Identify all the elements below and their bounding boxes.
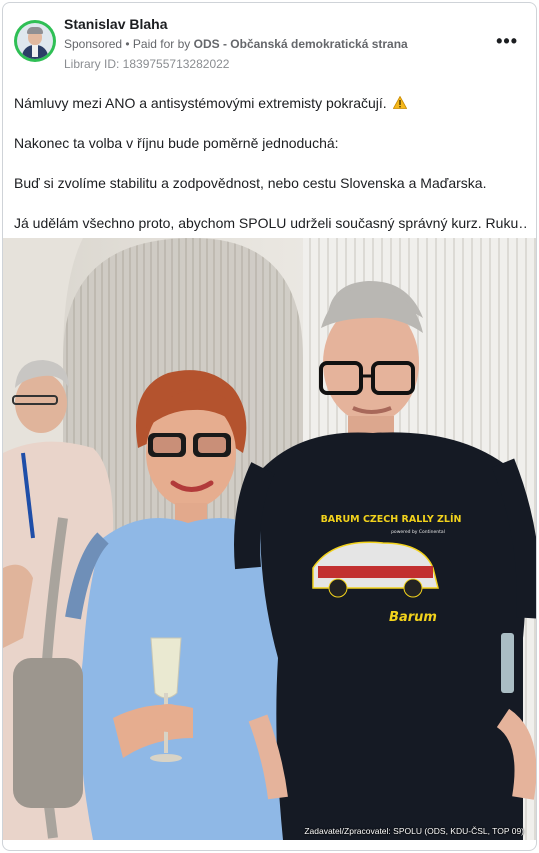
post-text-line: Buď si zvolíme stabilitu a zodpovědnost,… <box>14 173 529 193</box>
tshirt-subtext: powered by Continental <box>391 529 445 535</box>
library-id: Library ID: 1839755713282022 <box>64 57 230 71</box>
paid-for-prefix: Paid for by <box>132 37 194 51</box>
tshirt-brand: Barum <box>389 610 437 625</box>
post-text-line-2: Nakonec ta volba v říjnu bude poměrně je… <box>14 135 339 151</box>
post-body: Námluvy mezi ANO a antisystémovými extre… <box>14 93 529 253</box>
meta-separator: • <box>122 37 133 51</box>
avatar-photo <box>17 23 53 59</box>
post-text-line-4[interactable]: Já udělám všechno proto, abychom SPOLU u… <box>14 215 529 231</box>
paid-for-by-link[interactable]: ODS - Občanská demokratická strana <box>194 37 408 51</box>
sponsored-label: Sponsored <box>64 37 123 51</box>
sponsored-post-card: Stanislav Blaha Sponsored • Paid for by … <box>2 2 537 851</box>
more-horizontal-icon[interactable]: ••• <box>496 31 518 52</box>
author-avatar[interactable] <box>14 20 56 62</box>
post-image[interactable]: BARUM CZECH RALLY ZLÍN powered by Contin… <box>3 238 536 840</box>
post-text-line[interactable]: Já udělám všechno proto, abychom SPOLU u… <box>14 213 529 233</box>
author-name[interactable]: Stanislav Blaha <box>64 16 168 32</box>
post-text-line-3: Buď si zvolíme stabilitu a zodpovědnost,… <box>14 175 487 191</box>
post-text-line: Nakonec ta volba v říjnu bude poměrně je… <box>14 133 529 153</box>
warning-icon <box>392 96 407 109</box>
post-text-line-1: Námluvy mezi ANO a antisystémovými extre… <box>14 95 387 111</box>
photo-illustration: BARUM CZECH RALLY ZLÍN powered by Contin… <box>3 238 536 840</box>
ad-credit: Zadavatel/Zpracovatel: SPOLU (ODS, KDU-Č… <box>304 826 524 836</box>
post-header: Stanislav Blaha Sponsored • Paid for by … <box>3 3 536 83</box>
post-text-line: Námluvy mezi ANO a antisystémovými extre… <box>14 93 529 113</box>
tshirt-text: BARUM CZECH RALLY ZLÍN <box>321 513 462 525</box>
sponsored-line: Sponsored • Paid for by ODS - Občanská d… <box>64 37 408 51</box>
